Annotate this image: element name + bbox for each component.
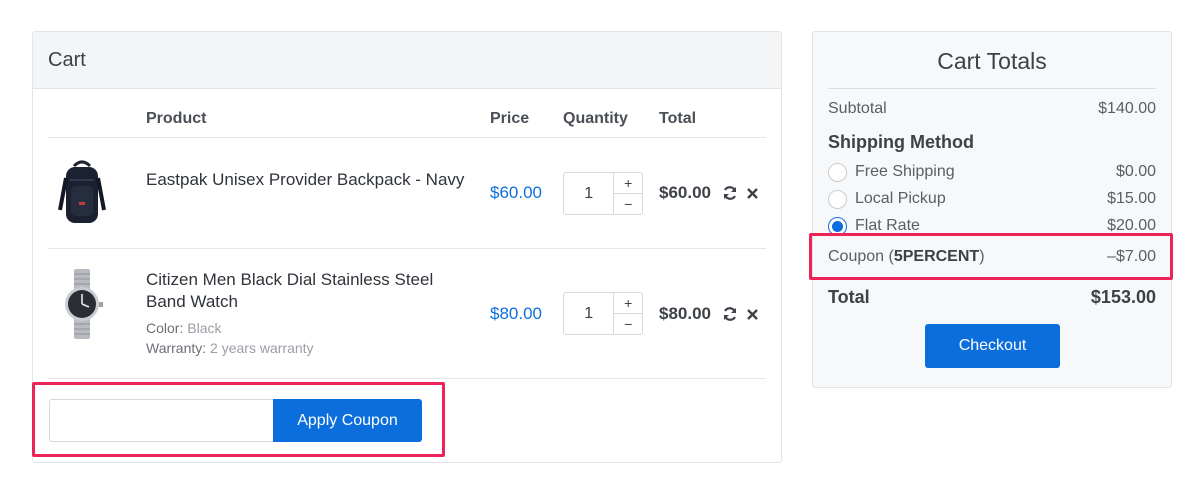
- shipping-option-name: Local Pickup: [855, 190, 946, 207]
- total-label: Total: [828, 287, 870, 307]
- refresh-icon[interactable]: [722, 306, 738, 322]
- shipping-option-name: Free Shipping: [855, 163, 955, 180]
- quantity-input[interactable]: 1: [564, 293, 613, 334]
- column-header-quantity: Quantity: [563, 110, 628, 127]
- product-option-warranty: Warranty: 2 years warranty: [146, 340, 314, 356]
- quantity-input[interactable]: 1: [564, 173, 613, 214]
- coupon-row-highlight-box: [809, 233, 1173, 280]
- table-row: Eastpak Unisex Provider Backpack - Navy …: [48, 138, 766, 249]
- subtotal-label: Subtotal: [828, 100, 887, 117]
- option-label: Warranty:: [146, 340, 207, 356]
- line-total: $60.00: [659, 183, 711, 202]
- cart-totals-title: Cart Totals: [937, 48, 1047, 74]
- quantity-decrement-button[interactable]: −: [614, 194, 642, 214]
- radio-button[interactable]: [828, 189, 847, 209]
- quantity-stepper: 1 + −: [563, 172, 643, 215]
- column-header-product: Product: [146, 110, 207, 127]
- column-header-price: Price: [490, 110, 530, 127]
- remove-icon[interactable]: [746, 187, 759, 200]
- row-actions: [722, 304, 764, 324]
- product-price: $60.00: [490, 183, 542, 202]
- quantity-buttons: + −: [613, 293, 642, 334]
- option-value: 2 years warranty: [210, 340, 314, 356]
- table-row: Citizen Men Black Dial Stainless Steel B…: [48, 249, 766, 379]
- watch-image[interactable]: [52, 269, 112, 339]
- shipping-method-heading: Shipping Method: [828, 132, 974, 152]
- quantity-decrement-button[interactable]: −: [614, 314, 642, 334]
- line-total: $80.00: [659, 304, 711, 323]
- quantity-increment-button[interactable]: +: [614, 173, 642, 194]
- shipping-option-free-shipping[interactable]: Free Shipping $0.00: [828, 162, 1156, 182]
- remove-icon[interactable]: [746, 308, 759, 321]
- shipping-option-price: $0.00: [1115, 163, 1156, 180]
- cart-header: Cart: [33, 32, 781, 89]
- subtotal-row: Subtotal $140.00: [828, 100, 1156, 118]
- radio-button[interactable]: [828, 162, 847, 182]
- cart-title: Cart: [48, 48, 86, 71]
- table-header: Product Price Quantity Total: [48, 89, 766, 138]
- column-header-total: Total: [659, 110, 697, 127]
- shipping-option-price: $15.00: [1107, 190, 1156, 207]
- checkout-button[interactable]: Checkout: [925, 324, 1060, 368]
- option-value: Black: [187, 320, 222, 336]
- shipping-option-local-pickup[interactable]: Local Pickup $15.00: [828, 189, 1156, 209]
- coupon-highlight-box: [32, 382, 445, 457]
- product-name[interactable]: Citizen Men Black Dial Stainless Steel B…: [146, 269, 466, 313]
- row-actions: [722, 183, 764, 203]
- cart-table: Product Price Quantity Total Eastpak Uni…: [48, 89, 766, 379]
- grand-total-row: Total $153.00: [828, 287, 1156, 308]
- backpack-image[interactable]: [52, 158, 112, 228]
- quantity-buttons: + −: [613, 173, 642, 214]
- quantity-increment-button[interactable]: +: [614, 293, 642, 314]
- option-label: Color:: [146, 320, 184, 336]
- divider: [828, 88, 1156, 89]
- product-name[interactable]: Eastpak Unisex Provider Backpack - Navy: [146, 169, 466, 191]
- subtotal-value: $140.00: [1098, 100, 1156, 117]
- product-option-color: Color: Black: [146, 320, 221, 336]
- total-value: $153.00: [1090, 287, 1156, 307]
- cart-totals-panel: Cart Totals Subtotal $140.00 Shipping Me…: [812, 31, 1172, 388]
- refresh-icon[interactable]: [722, 185, 738, 201]
- product-price: $80.00: [490, 304, 542, 323]
- quantity-stepper: 1 + −: [563, 292, 643, 335]
